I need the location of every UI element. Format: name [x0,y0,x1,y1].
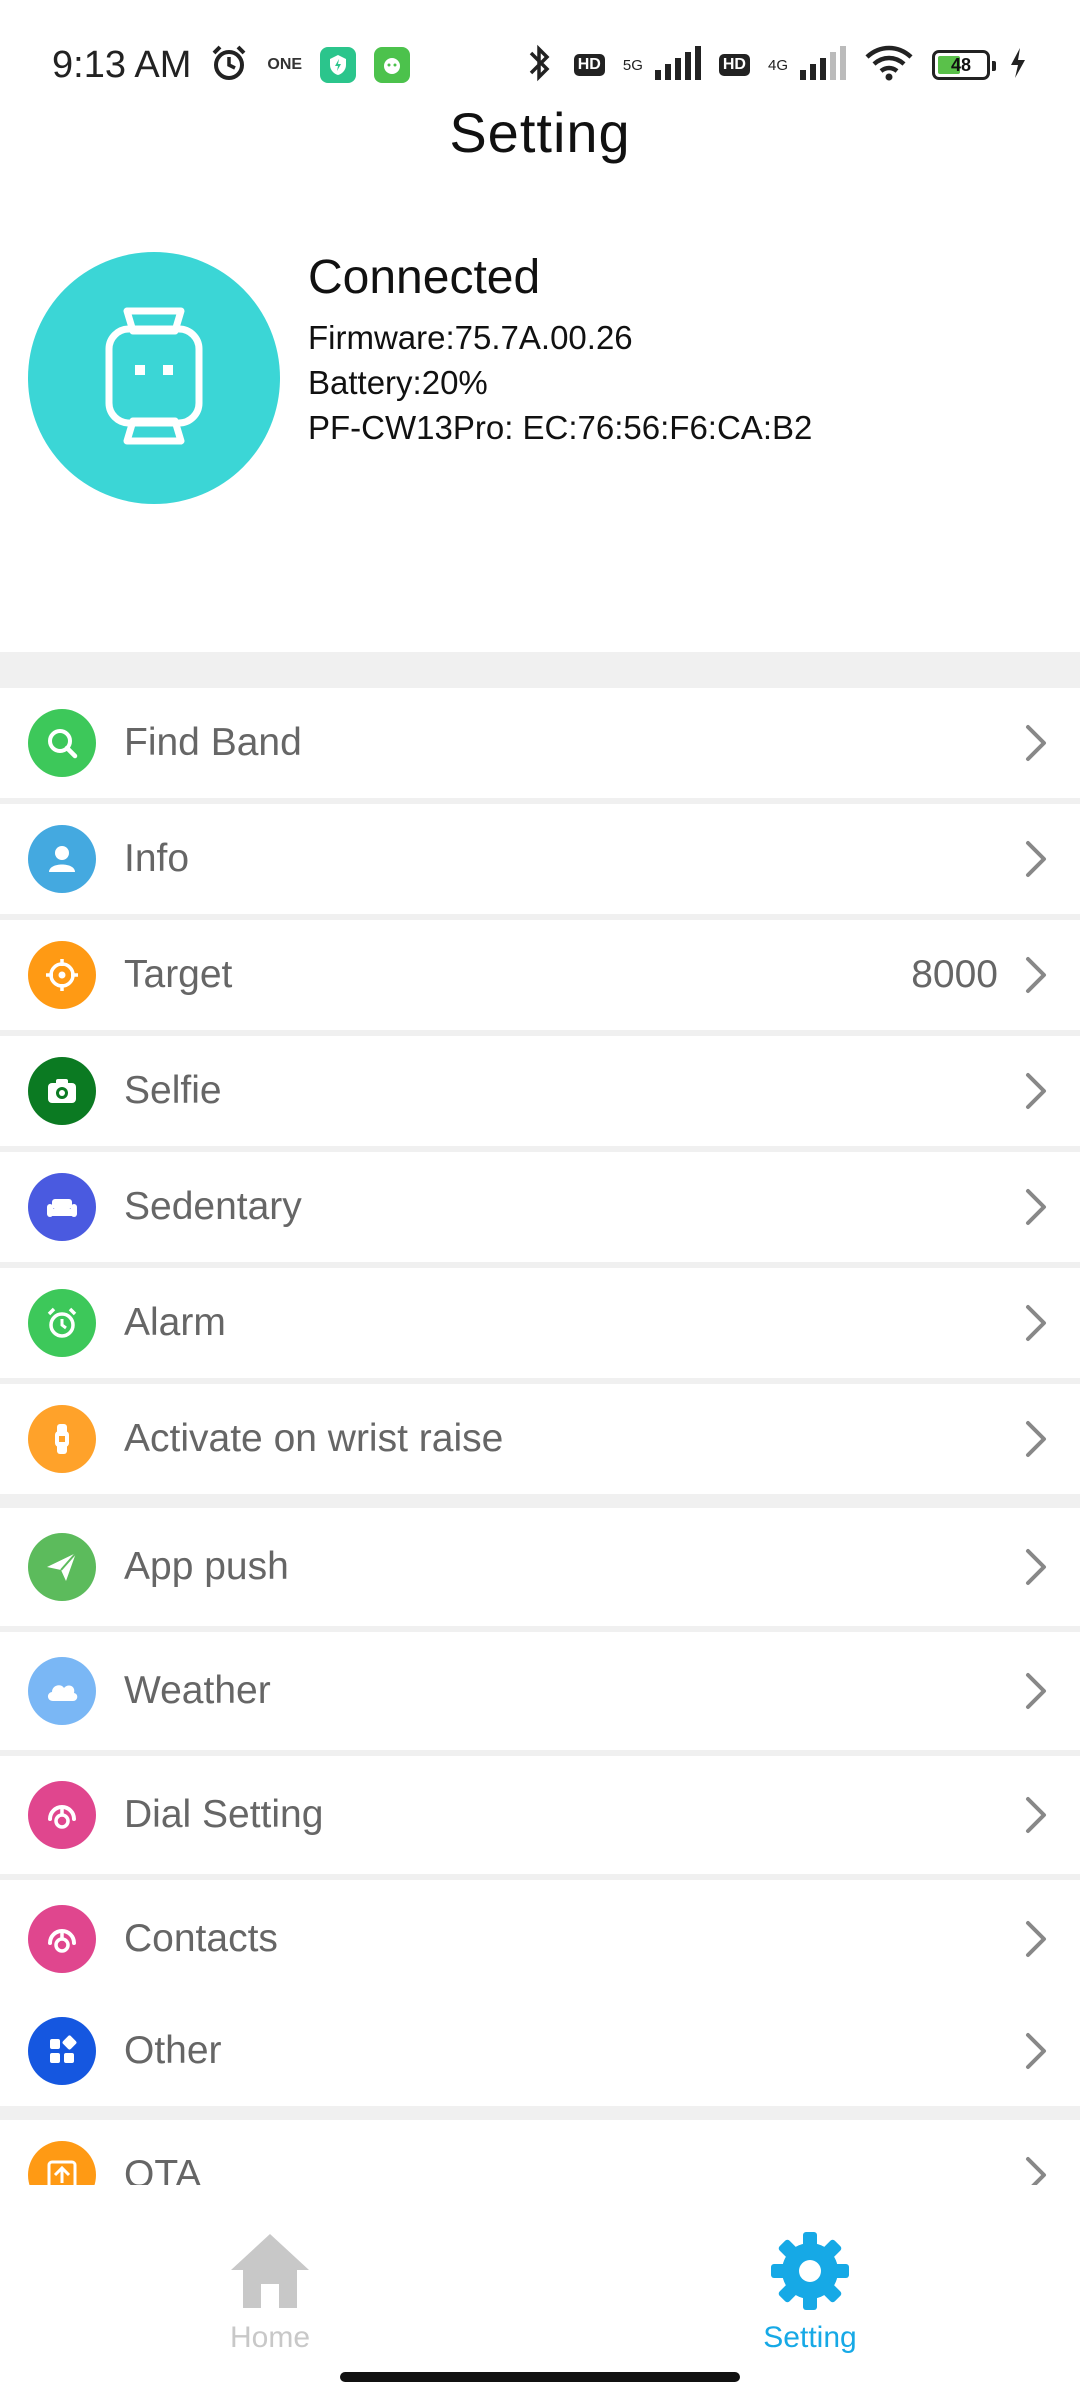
sofa-icon [28,1173,96,1241]
one-app-icon: ONE [267,56,303,73]
chevron-right-icon [1016,723,1056,763]
page-title: Setting [449,101,631,164]
hd-badge: HD [573,54,605,76]
device-status: Connected [308,251,541,304]
settings-row-activate-on-wrist-raise[interactable]: Activate on wrist raise [0,1384,1080,1494]
settings-list[interactable]: Find Band Info Target 8000 Selfie Sedentary Al… [0,652,1080,2185]
settings-row-label: Dial Setting [124,1793,324,1836]
settings-row-other[interactable]: Other [0,1996,1080,2106]
device-info: Connected Firmware:75.7A.00.26 Battery:2… [308,250,812,450]
home-icon [227,2234,313,2318]
settings-row-value: 8000 [911,953,998,996]
device-battery: Battery:20% [308,364,488,401]
settings-row-label: Alarm [124,1301,226,1344]
settings-row-app-push[interactable]: App push [0,1508,1080,1626]
user-icon [28,825,96,893]
upload-icon [28,2141,96,2185]
camera-icon [28,1057,96,1125]
search-icon [28,709,96,777]
device-firmware: Firmware:75.7A.00.26 [308,319,633,356]
gear-icon [767,2232,853,2318]
contacts-icon [28,1905,96,1973]
settings-row-selfie[interactable]: Selfie [0,1036,1080,1146]
chevron-right-icon [1016,1419,1056,1459]
settings-row-label: OTA [124,2153,202,2185]
settings-row-label: Selfie [124,1069,222,1112]
shield-app-icon [320,47,357,83]
device-model-mac: PF-CW13Pro: EC:76:56:F6:CA:B2 [308,409,813,446]
signal-icon [651,45,701,85]
battery-percent: 48 [950,54,972,75]
settings-row-label: Contacts [124,1917,278,1960]
settings-row-alarm[interactable]: Alarm [0,1268,1080,1378]
settings-row-label: Activate on wrist raise [124,1417,504,1460]
chevron-right-icon [1016,839,1056,879]
watch-icon [28,1405,96,1473]
settings-row-dial-setting[interactable]: Dial Setting [0,1756,1080,1874]
home-indicator[interactable] [340,2372,740,2382]
status-bar-right: HD 5G HD 4G 48 [522,43,1028,88]
settings-row-info[interactable]: Info [0,804,1080,914]
network-5g-label: 5G [622,56,643,74]
status-time: 9:13 AM [52,43,192,86]
watch-icon [99,291,209,466]
alarm-icon [209,43,249,88]
settings-row-label: Sedentary [124,1185,302,1228]
settings-row-weather[interactable]: Weather [0,1632,1080,1750]
chevron-right-icon [1016,955,1056,995]
dial-icon [28,1781,96,1849]
paper-plane-icon [28,1533,96,1601]
settings-row-label: Target [124,953,233,996]
wifi-icon [864,45,914,86]
alarm-clock-icon [28,1289,96,1357]
nav-home[interactable]: Home [170,2228,370,2355]
chevron-right-icon [1016,1671,1056,1711]
settings-row-label: Find Band [124,721,302,764]
settings-row-label: App push [124,1545,289,1588]
chevron-right-icon [1016,1187,1056,1227]
settings-row-contacts[interactable]: Contacts [0,1880,1080,1998]
settings-row-target[interactable]: Target 8000 [0,920,1080,1030]
chevron-right-icon [1016,1547,1056,1587]
chevron-right-icon [1016,1071,1056,1111]
charging-icon [1008,46,1028,85]
grid-icon [28,2017,96,2085]
battery-indicator: 48 [932,50,996,80]
bluetooth-icon [522,43,556,88]
cat-app-icon [374,47,411,83]
chevron-right-icon [1016,1919,1056,1959]
settings-row-sedentary[interactable]: Sedentary [0,1152,1080,1262]
status-bar-left: 9:13 AM ONE [52,43,411,88]
settings-row-label: Info [124,837,190,880]
target-icon [28,941,96,1009]
nav-setting[interactable]: Setting [710,2228,910,2355]
chevron-right-icon [1016,1795,1056,1835]
chevron-right-icon [1016,2155,1056,2185]
cloud-icon [28,1657,96,1725]
signal-icon-2 [796,45,846,85]
nav-setting-label: Setting [763,2321,857,2354]
settings-row-label: Other [124,2029,222,2072]
nav-home-label: Home [229,2321,311,2354]
hd-badge-2: HD [718,54,750,76]
device-avatar[interactable] [28,252,280,504]
settings-row-label: Weather [124,1669,271,1712]
settings-row-ota[interactable]: OTA [0,2120,1080,2185]
chevron-right-icon [1016,1303,1056,1343]
settings-row-find-band[interactable]: Find Band [0,688,1080,798]
network-4g-label: 4G [767,56,788,74]
chevron-right-icon [1016,2031,1056,2071]
